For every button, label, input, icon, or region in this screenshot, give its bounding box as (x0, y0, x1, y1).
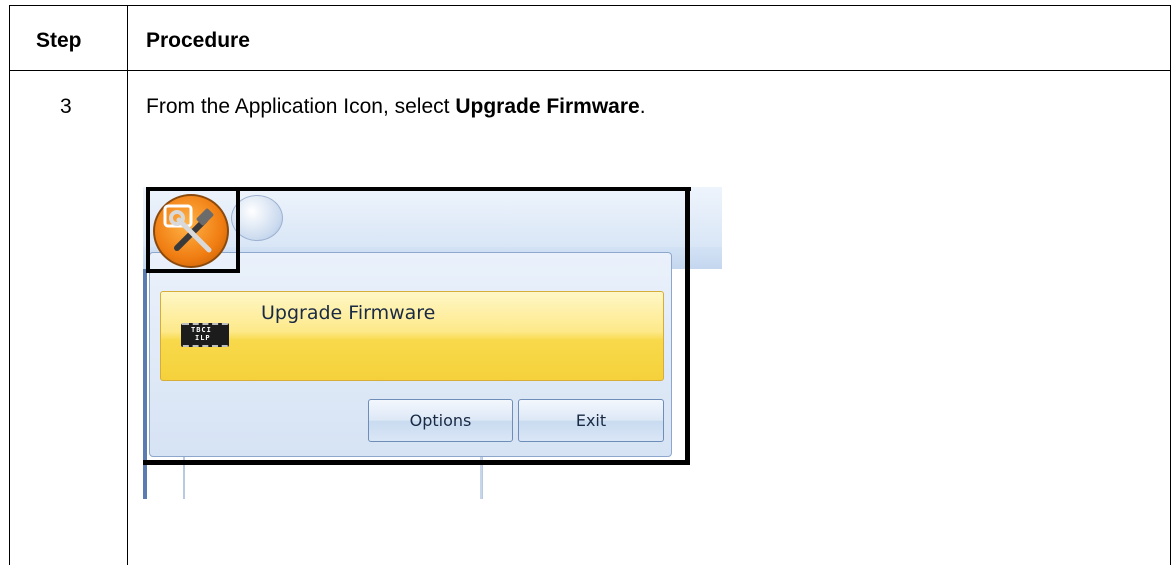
exit-button[interactable]: Exit (518, 399, 664, 442)
chip-text-2: ILP (195, 334, 211, 342)
procedure-instruction: From the Application Icon, select Upgrad… (146, 95, 646, 119)
menu-item-upgrade-firmware[interactable]: TBCI ILP Upgrade Firmware (160, 291, 664, 381)
highlight-frame-right (685, 187, 690, 465)
instruction-prefix: From the Application Icon, select (146, 95, 456, 118)
chip-text-1: TBCI (191, 326, 212, 334)
menu-item-label: Upgrade Firmware (261, 302, 436, 324)
instruction-suffix: . (639, 95, 646, 118)
application-icon-highlight (146, 187, 240, 273)
step-number: 3 (60, 95, 72, 118)
header-divider (9, 70, 1171, 71)
instruction-bold: Upgrade Firmware (455, 95, 640, 118)
embedded-screenshot: TBCI ILP Upgrade Firmware Options Exit (143, 187, 722, 499)
column-divider (127, 5, 128, 565)
highlight-frame-bottom (143, 460, 690, 465)
firmware-chip-icon: TBCI ILP (181, 323, 229, 347)
options-button[interactable]: Options (368, 399, 513, 442)
header-procedure: Procedure (146, 29, 250, 52)
application-menu: TBCI ILP Upgrade Firmware Options Exit (149, 252, 672, 457)
header-step: Step (36, 29, 82, 52)
